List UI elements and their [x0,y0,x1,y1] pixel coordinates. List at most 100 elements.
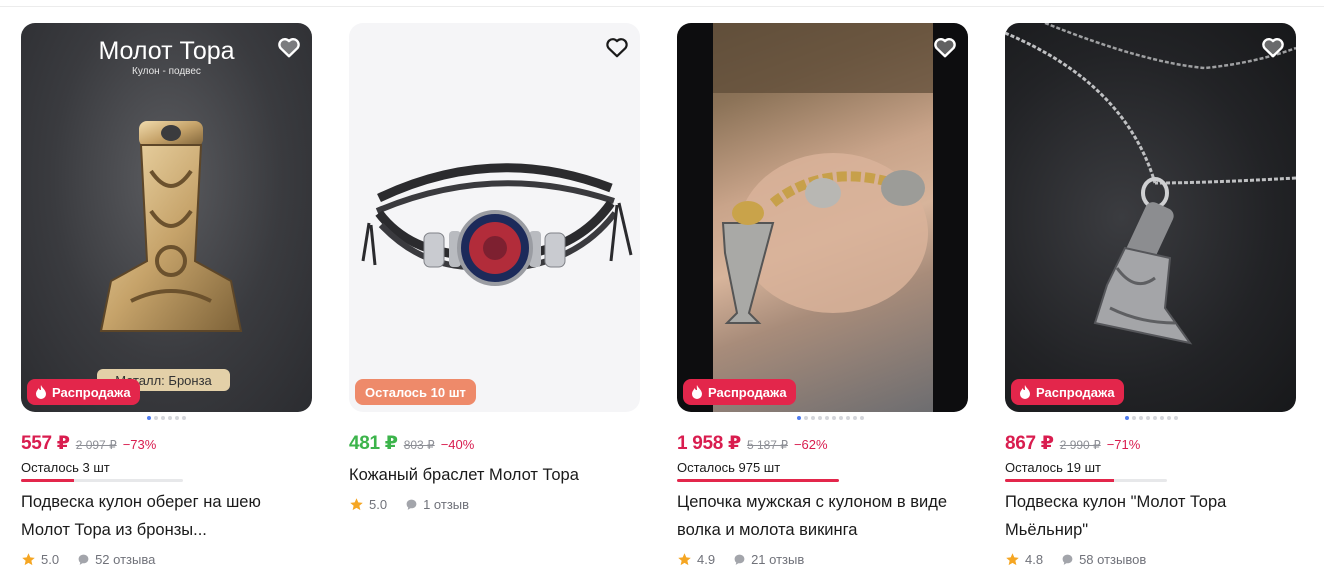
product-title[interactable]: Подвеска кулон оберег на шею Молот Тора … [21,488,312,544]
favorite-button[interactable] [931,33,959,61]
pager-dot[interactable] [1160,416,1164,420]
comment-icon [77,553,90,566]
sale-badge: Распродажа [1011,379,1124,405]
title-line: Мьёльнир" [1005,521,1089,539]
pager-dot[interactable] [839,416,843,420]
image-pager[interactable] [677,416,968,421]
product-image[interactable]: Молот Тора Кулон - подвес Металл: Бронза [21,23,312,412]
heart-icon [934,38,956,58]
title-line: Цепочка мужская с кулоном в виде [677,493,948,511]
image-pager [349,416,640,421]
pager-dot[interactable] [168,416,172,420]
rating-value: 4.9 [697,552,716,567]
reviews-count[interactable]: 21 отзыв [751,552,804,567]
old-price: 2 990 ₽ [1059,438,1101,452]
top-divider [0,6,1324,7]
image-pager[interactable] [1005,416,1296,421]
product-image[interactable]: Распродажа [1005,23,1296,412]
pager-dot[interactable] [811,416,815,420]
pager-dot[interactable] [161,416,165,420]
pager-dot[interactable] [1153,416,1157,420]
badge-label: Распродажа [708,384,787,400]
silver-hammer-image [1005,23,1296,345]
rating-value: 5.0 [369,497,388,512]
discount: −62% [793,437,828,452]
current-price: 1 958 ₽ [677,433,741,454]
title-line: Молот Тора из бронзы... [21,521,207,539]
product-card[interactable]: Молот Тора Кулон - подвес Металл: Бронза [21,23,312,567]
rating-row: 4.9 21 отзыв [677,552,968,567]
product-image[interactable]: Осталось 10 шт [349,23,640,412]
product-card[interactable]: Осталось 10 шт 481 ₽ 803 ₽ −40% Кожаный … [349,23,640,567]
product-title[interactable]: Цепочка мужская с кулоном в виде волка и… [677,488,968,544]
price-row: 867 ₽ 2 990 ₽ −71% [1005,432,1296,454]
rating-value: 5.0 [41,552,60,567]
heart-icon [278,38,300,58]
reviews-count[interactable]: 58 отзывов [1079,552,1146,567]
heart-icon [606,38,628,58]
pager-dot[interactable] [1125,416,1129,420]
pager-dot[interactable] [1139,416,1143,420]
badge-label: Распродажа [1036,384,1115,400]
pager-dot[interactable] [818,416,822,420]
discount: −40% [440,437,475,452]
product-card[interactable]: Распродажа 867 ₽ 2 990 ₽ −71% Осталось 1… [1005,23,1296,567]
pager-dot[interactable] [825,416,829,420]
favorite-button[interactable] [1259,33,1287,61]
title-line: волка и молота викинга [677,521,858,539]
pager-dot[interactable] [846,416,850,420]
title-line: Подвеска кулон "Молот Тора [1005,493,1227,511]
favorite-button[interactable] [275,33,303,61]
pager-dot[interactable] [1146,416,1150,420]
product-image[interactable]: Распродажа [677,23,968,412]
product-title[interactable]: Подвеска кулон "Молот Тора Мьёльнир" [1005,488,1296,544]
title-line: Кожаный браслет Молот Тора [349,466,579,484]
pager-dot[interactable] [154,416,158,420]
badge-label: Осталось 10 шт [365,384,466,400]
discount: −73% [122,437,157,452]
pager-dot[interactable] [832,416,836,420]
stock-left: Осталось 19 шт [1005,460,1101,475]
comment-icon [405,498,418,511]
reviews-count[interactable]: 1 отзыв [423,497,469,512]
pager-dot[interactable] [1174,416,1178,420]
discount: −71% [1106,437,1141,452]
pager-dot[interactable] [1167,416,1171,420]
heart-icon [1262,38,1284,58]
stock-bar [1005,479,1167,482]
sale-badge: Распродажа [683,379,796,405]
pager-dot[interactable] [853,416,857,420]
pager-dot[interactable] [1132,416,1136,420]
stock-bar-fill [21,479,75,482]
rating-row: 5.0 1 отзыв [349,497,640,512]
comment-icon [733,553,746,566]
pager-dot[interactable] [860,416,864,420]
star-icon [1005,552,1020,567]
comment-icon [1061,553,1074,566]
price-row: 557 ₽ 2 097 ₽ −73% [21,432,312,454]
stock-badge: Осталось 10 шт [355,379,476,405]
bracelet-image [361,163,633,286]
pager-dot[interactable] [804,416,808,420]
image-pager[interactable] [21,416,312,421]
rating-row: 5.0 52 отзыва [21,552,312,567]
product-grid: Молот Тора Кулон - подвес Металл: Бронза [21,23,1296,567]
title-line: Подвеска кулон оберег на шею [21,493,261,511]
stock-left: Осталось 975 шт [677,460,781,475]
current-price: 481 ₽ [349,433,398,454]
pager-dot[interactable] [797,416,801,420]
reviews-count[interactable]: 52 отзыва [95,552,155,567]
star-icon [21,552,36,567]
pager-dot[interactable] [147,416,151,420]
favorite-button[interactable] [603,33,631,61]
hammer-pendant-image [99,121,243,332]
stock-bar-fill [677,479,839,482]
stock-bar [21,479,183,482]
pager-dot[interactable] [182,416,186,420]
old-price: 5 187 ₽ [746,438,788,452]
product-card[interactable]: Распродажа 1 958 ₽ 5 187 ₽ −62% Осталось… [677,23,968,567]
rating-row: 4.8 58 отзывов [1005,552,1296,567]
badge-label: Распродажа [52,384,131,400]
product-title[interactable]: Кожаный браслет Молот Тора [349,461,640,489]
pager-dot[interactable] [175,416,179,420]
